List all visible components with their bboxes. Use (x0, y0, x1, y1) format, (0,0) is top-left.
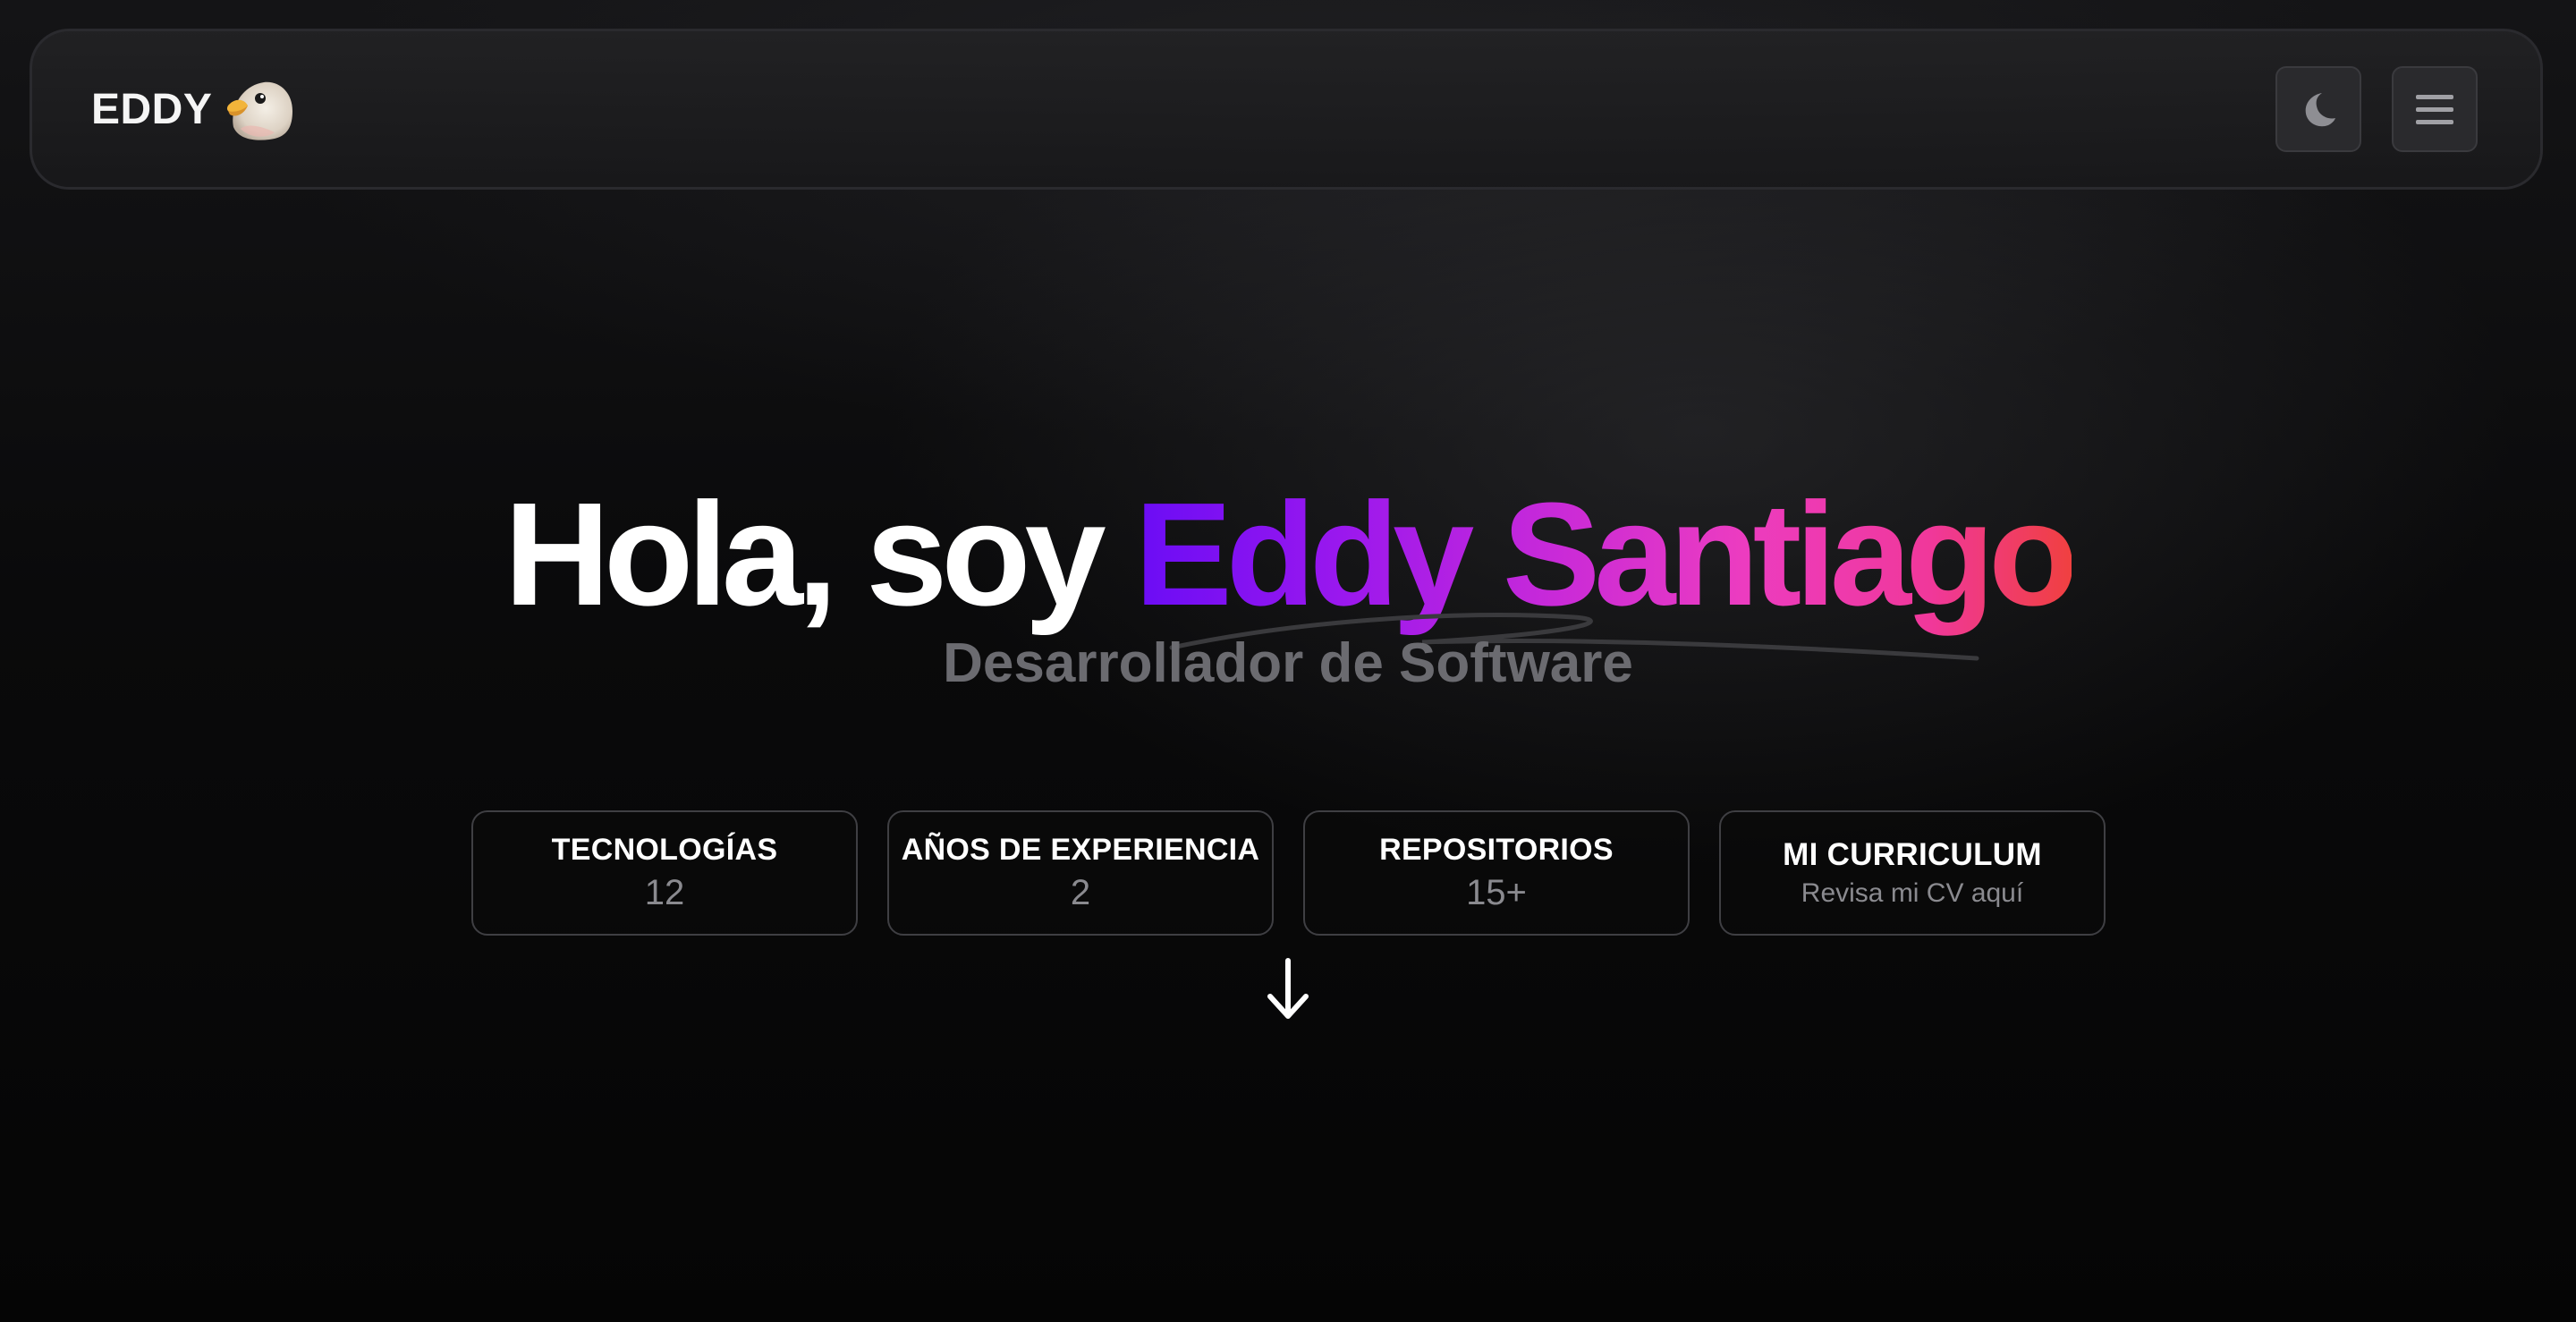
navbar: EDDY (30, 29, 2543, 190)
stat-card-experiencia: AÑOS DE EXPERIENCIA 2 (887, 810, 1274, 936)
hero-greeting: Hola, soy (504, 472, 1106, 636)
bird-avatar-icon (227, 81, 293, 140)
stat-label: AÑOS DE EXPERIENCIA (901, 833, 1260, 867)
page: EDDY Hola, soy Eddy Santiago Desarrollad… (0, 0, 2576, 1322)
arrow-down-icon[interactable] (1263, 957, 1313, 1021)
stat-card-tecnologias: TECNOLOGÍAS 12 (471, 810, 858, 936)
theme-toggle-button[interactable] (2275, 66, 2361, 152)
stat-label: TECNOLOGÍAS (551, 833, 778, 867)
nav-actions (2275, 66, 2478, 152)
stat-value: 2 (1070, 873, 1091, 912)
hero-subtitle: Desarrollador de Software (943, 632, 1633, 694)
stat-card-repositorios: REPOSITORIOS 15+ (1303, 810, 1690, 936)
stat-label: REPOSITORIOS (1379, 833, 1614, 867)
stat-value: 12 (644, 873, 685, 912)
curriculum-card-link[interactable]: MI CURRICULUM Revisa mi CV aquí (1719, 810, 2106, 936)
stat-label: MI CURRICULUM (1783, 837, 2042, 872)
brand-name: EDDY (91, 85, 213, 133)
stats-row: TECNOLOGÍAS 12 AÑOS DE EXPERIENCIA 2 REP… (471, 810, 2106, 936)
stat-value: Revisa mi CV aquí (1801, 878, 2024, 908)
menu-button[interactable] (2392, 66, 2478, 152)
moon-icon (2305, 93, 2335, 127)
stat-value: 15+ (1466, 873, 1527, 912)
hamburger-menu-icon (2416, 95, 2453, 124)
brand-logo-link[interactable]: EDDY (91, 73, 296, 145)
